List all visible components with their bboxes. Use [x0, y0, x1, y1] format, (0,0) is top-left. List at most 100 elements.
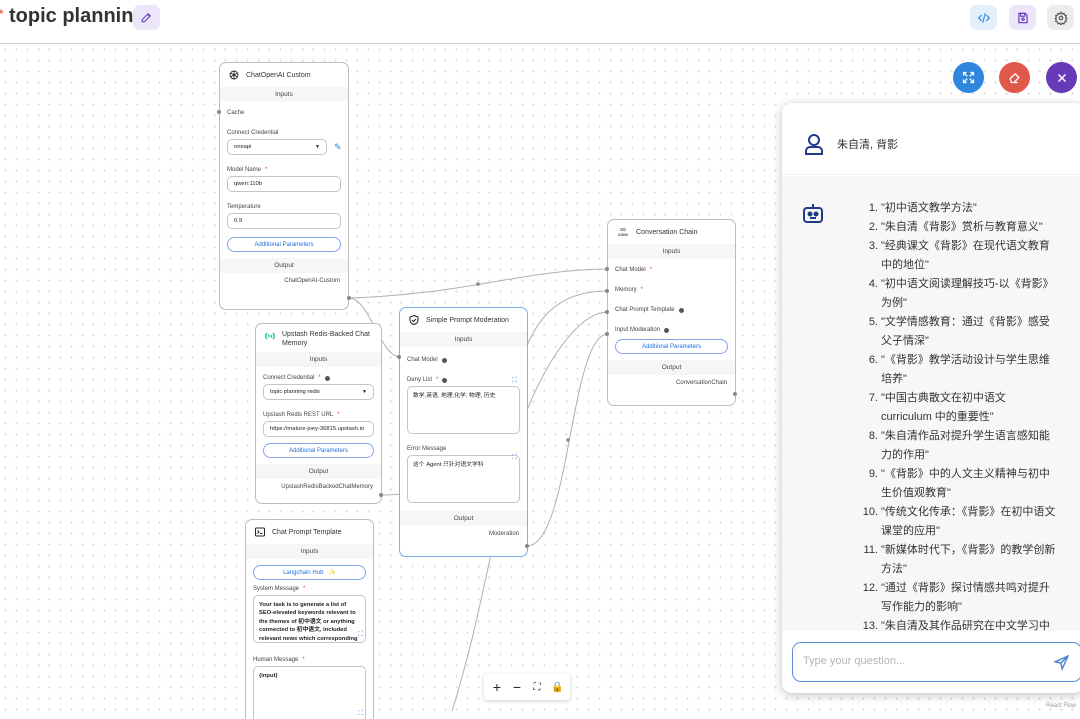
lock-icon[interactable]: 🔒: [551, 682, 563, 693]
conversation-chain-node[interactable]: ∞CONV Conversation Chain Inputs Chat Mod…: [607, 219, 736, 406]
credential-select[interactable]: topic planning redis ▼: [263, 384, 374, 400]
human-message-textarea[interactable]: {input}: [253, 666, 366, 719]
inputs-section-label: Inputs: [246, 544, 373, 559]
list-item: 12."通过《背影》探讨情感共鸣对提升写作能力的影响": [852, 579, 1057, 617]
list-item-number: 12.: [852, 579, 881, 617]
chat-model-input-handle[interactable]: [605, 267, 609, 271]
chatopenai-output-handle[interactable]: [347, 296, 351, 300]
output-section-label: Output: [220, 258, 348, 273]
prompt-input-handle[interactable]: [605, 310, 609, 314]
expand-chat-button[interactable]: [953, 62, 984, 93]
list-item: 5."文学情感教育：通过《背影》感受父子情深": [852, 313, 1057, 351]
shield-check-icon: [408, 314, 420, 326]
close-chat-button[interactable]: [1046, 62, 1077, 93]
list-item: 9."《背影》中的人文主义精神与初中生价值观教育": [852, 465, 1057, 503]
conversation-output-handle[interactable]: [733, 392, 737, 396]
url-label-text: Upstash Redis REST URL: [263, 412, 333, 418]
additional-parameters-button[interactable]: Additional Parameters: [263, 443, 374, 458]
settings-button[interactable]: [1047, 5, 1074, 30]
redis-url-input[interactable]: https://mature-joey-36815.upstash.io: [263, 421, 374, 437]
output-name: ConversationChain: [608, 375, 735, 391]
list-item-text: "朱自清作品对提升学生语言感知能力的作用": [881, 427, 1057, 465]
expand-icon[interactable]: ⛶: [512, 454, 517, 462]
temperature-input[interactable]: 0.9: [227, 213, 341, 229]
user-avatar-icon: [804, 133, 824, 155]
memory-label: Memory*: [608, 287, 735, 293]
inputs-section-label: Inputs: [608, 244, 735, 259]
openai-icon: [228, 69, 240, 81]
list-item-text: "传统文化传承：《背影》在初中语文课堂的应用": [881, 503, 1057, 541]
user-message-text: 朱自清, 背影: [837, 136, 898, 152]
bot-message-list: 1."初中语文教学方法"2."朱自清《背影》赏析与教育意义"3."经典课文《背影…: [852, 199, 1057, 631]
required-marker: *: [650, 267, 652, 273]
error-message-textarea[interactable]: 这个 Agent 只针对语文学科: [407, 455, 520, 503]
list-item-number: 3.: [852, 237, 881, 275]
memory-input-handle[interactable]: [605, 289, 609, 293]
edge-midpoint: [476, 282, 480, 286]
moderation-input-handle[interactable]: [605, 332, 609, 336]
human-message-label: Human Message*: [246, 657, 373, 663]
model-name-text: Model Name: [227, 167, 261, 173]
expand-icon[interactable]: ⛶: [358, 710, 363, 718]
conv-icon-text: CONV: [618, 233, 628, 237]
chatopenai-custom-node[interactable]: ChatOpenAI Custom Inputs Cache Connect C…: [219, 62, 349, 310]
send-icon[interactable]: [1053, 654, 1070, 671]
chat-model-input-handle[interactable]: [397, 355, 401, 359]
bot-message-area: 1."初中语文教学方法"2."朱自清《背影》赏析与教育意义"3."经典课文《背影…: [782, 176, 1080, 631]
required-marker: *: [318, 375, 320, 381]
upstash-redis-memory-node[interactable]: Upstash Redis-Backed Chat Memory Inputs …: [255, 323, 382, 504]
temperature-label: Temperature: [220, 204, 348, 210]
expand-icon[interactable]: ⛶: [512, 377, 517, 385]
edit-credential-icon[interactable]: ✎: [334, 142, 342, 153]
langchain-hub-button[interactable]: Langchain Hub✨: [253, 565, 366, 580]
credential-select[interactable]: oneapi ▼: [227, 139, 327, 155]
list-item: 1."初中语文教学方法": [852, 199, 1057, 218]
cache-input-handle[interactable]: [217, 110, 221, 114]
list-item: 4."初中语文阅读理解技巧-以《背影》为例": [852, 275, 1057, 313]
fit-view-icon[interactable]: ⛶: [531, 682, 543, 693]
node-header: Upstash Redis-Backed Chat Memory: [256, 324, 381, 352]
chat-input-box: [792, 642, 1080, 682]
clear-chat-button[interactable]: [999, 62, 1030, 93]
chat-input[interactable]: [803, 655, 1033, 667]
additional-parameters-button[interactable]: Additional Parameters: [227, 237, 341, 252]
upstash-icon: [264, 330, 276, 342]
edit-title-button[interactable]: [133, 5, 160, 30]
node-header: ∞CONV Conversation Chain: [608, 220, 735, 244]
api-code-button[interactable]: [970, 5, 997, 30]
list-item-number: 2.: [852, 218, 881, 237]
save-chatflow-button[interactable]: [1009, 5, 1036, 30]
output-section-label: Output: [608, 360, 735, 375]
credential-value: topic planning redis: [270, 389, 320, 395]
info-icon: [325, 376, 330, 381]
node-title: Upstash Redis-Backed Chat Memory: [282, 330, 373, 348]
node-title: Conversation Chain: [636, 229, 697, 236]
system-message-textarea[interactable]: Your task is to generate a list of SEO-e…: [253, 595, 366, 643]
list-item-number: 5.: [852, 313, 881, 351]
output-section-label: Output: [256, 464, 381, 479]
simple-prompt-moderation-node[interactable]: Simple Prompt Moderation Inputs Chat Mod…: [399, 307, 528, 557]
list-item: 13."朱自清及其作品研究在中文学习中的: [852, 617, 1057, 631]
zoom-out-icon[interactable]: −: [511, 679, 523, 695]
info-icon: [442, 358, 447, 363]
user-message-row: 朱自清, 背影: [782, 103, 1080, 175]
list-item-number: 8.: [852, 427, 881, 465]
redis-output-handle[interactable]: [379, 493, 383, 497]
save-icon: [1016, 11, 1030, 25]
moderation-output-handle[interactable]: [525, 544, 529, 548]
chat-prompt-label: Chat Prompt Template: [608, 307, 735, 313]
chat-model-text: Chat Model: [407, 357, 438, 363]
zoom-in-icon[interactable]: +: [491, 679, 503, 695]
gear-icon: [1054, 11, 1068, 25]
deny-list-textarea[interactable]: 数学,英语, 地理,化学, 物理, 历史: [407, 386, 520, 434]
chat-prompt-template-node[interactable]: Chat Prompt Template Inputs Langchain Hu…: [245, 519, 374, 719]
model-name-input[interactable]: qwen:110b: [227, 176, 341, 192]
dropdown-arrow-icon: ▼: [362, 389, 367, 395]
credential-label: Connect Credential*: [256, 375, 381, 381]
react-flow-attribution[interactable]: React Flow: [1046, 703, 1076, 709]
human-message-text: Human Message: [253, 657, 298, 663]
additional-parameters-button[interactable]: Additional Parameters: [615, 339, 728, 354]
chat-model-text: Chat Model: [615, 267, 646, 273]
chat-model-label: Chat Model *: [608, 267, 735, 273]
expand-icon[interactable]: ⛶: [358, 631, 363, 639]
